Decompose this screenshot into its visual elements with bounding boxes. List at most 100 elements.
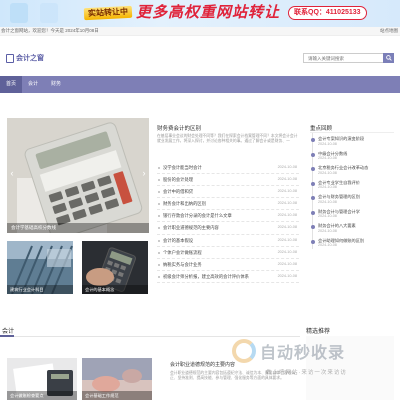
nav-item-accounting[interactable]: 会计 (22, 76, 44, 93)
bullet-icon (158, 227, 160, 230)
list-item[interactable]: 会计职业道德规范的主要内容 2024-10-08 (157, 222, 299, 235)
section-article-title[interactable]: 会计职业道德规范的主要内容 (170, 361, 235, 368)
section-image-card[interactable]: 会计做账检查要点 (7, 358, 77, 400)
site-logo[interactable]: 会计之窗 (6, 53, 44, 63)
list-item-title[interactable]: 没学会计能当时会计 (163, 165, 268, 171)
search-icon (385, 55, 392, 61)
timeline-dot-icon (310, 210, 315, 215)
list-item[interactable]: 没学会计能当时会计 2024-10-08 (157, 162, 299, 175)
list-item-title[interactable]: 银行存款会计分录的会计是什么文章 (163, 213, 268, 219)
bullet-icon (158, 167, 160, 169)
timeline-dot-icon (310, 196, 315, 200)
list-item-date: 2024-10-08 (277, 273, 297, 278)
timeline-item[interactable]: 北京税务行业会计改革动态 2024-10-08 (310, 162, 394, 177)
article-list: 没学会计能当时会计 2024-10-08 股份的会计处理 2024-10-08 会计… (157, 162, 299, 283)
list-item-title[interactable]: 股份的会计处理 (163, 177, 268, 183)
timeline-item-date: 2024-10-08 (318, 141, 337, 146)
list-item-title[interactable]: 会计的基本假设 (163, 238, 268, 244)
thumb-caption[interactable]: 会计的基本概念 (82, 285, 148, 294)
timeline-dot-icon (310, 239, 315, 244)
timeline-item[interactable]: 财务会计的八大要素 2024-10-08 (310, 220, 394, 235)
search-button[interactable] (383, 53, 394, 63)
bullet-icon (158, 215, 160, 218)
sidebar-timeline: 会计专案知识的演变阶段 2024-10-08 中级会计分数线 2024-10-08 … (310, 133, 394, 249)
banner-tag: 实站转让中 (83, 5, 133, 21)
list-item-date: 2024-10-08 (277, 261, 297, 266)
list-item-title[interactable]: 会计职业道德规范的主要内容 (163, 225, 268, 231)
timeline-dot-icon (310, 152, 315, 157)
bullet-icon (158, 239, 160, 242)
timeline-item[interactable]: 中级会计分数线 2024-10-08 (310, 147, 394, 162)
list-item-date: 2024-10-08 (277, 189, 297, 194)
timeline-dot-icon (310, 167, 315, 171)
search-input[interactable] (304, 54, 383, 62)
timeline-item[interactable]: 会计专案知识的演变阶段 2024-10-08 (310, 133, 394, 148)
carousel-caption[interactable]: 会计学基础高校分数线 (7, 223, 149, 233)
section-accent (0, 335, 14, 337)
carousel-next-icon[interactable]: › (141, 168, 147, 178)
section-image-caption[interactable]: 会计基础工作规范 (82, 391, 152, 400)
search-box (303, 53, 383, 63)
list-item-title[interactable]: 会计中的借和贷 (163, 189, 268, 195)
list-item[interactable]: 纳税实务与会计业务 2024-10-08 (157, 259, 299, 271)
watermark: 自动秒收录 (232, 336, 345, 366)
section-image-caption[interactable]: 会计做账检查要点 (7, 391, 77, 400)
timeline-dot-icon (310, 225, 315, 229)
nav-item-home[interactable]: 首页 (0, 76, 23, 93)
bullet-icon (158, 251, 160, 254)
timeline-item-date: 2024-10-08 (318, 156, 337, 160)
list-item-date: 2024-10-08 (277, 201, 297, 206)
thumb-card[interactable]: 会计的基本概念 (82, 241, 148, 294)
list-item[interactable]: 初级会计师分析报，建立高效的会计评价体系 2024-10-08 (157, 271, 299, 283)
watermark-text: 自动秒收录 (260, 345, 346, 362)
logo-icon (6, 53, 14, 63)
carousel-prev-icon[interactable]: ‹ (9, 168, 15, 178)
list-item-title[interactable]: 财务会计和出纳的区别 (163, 201, 268, 207)
list-item[interactable]: 会计的基本假设 2024-10-08 (157, 235, 299, 247)
timeline-item-date: 2024-10-08 (318, 185, 337, 189)
thumb-card[interactable]: 建筑行业会计科目 (7, 241, 73, 294)
banner-decoration (10, 3, 28, 23)
sitemap-link[interactable]: 站点地图 (380, 28, 398, 34)
timeline-item[interactable]: 会计与财务管理的区别 2024-10-08 (310, 191, 394, 206)
top-ad-banner[interactable]: 实站转让中 更多高权重网站转让 联系QQ：411025133 (0, 0, 400, 27)
section-image-card[interactable]: 会计基础工作规范 (82, 358, 152, 400)
list-item-date: 2024-10-08 (277, 237, 297, 242)
logo-text: 会计之窗 (16, 55, 44, 62)
list-item-title[interactable]: 纳税实务与会计业务 (163, 262, 268, 268)
timeline-item-date: 2024-10-08 (318, 243, 337, 247)
timeline-item[interactable]: 会计专业学生自我评价 2024-10-08 (310, 176, 394, 191)
thumb-caption[interactable]: 建筑行业会计科目 (7, 285, 73, 294)
list-item[interactable]: 会计中的借和贷 2024-10-08 (157, 186, 299, 199)
nav-item-finance[interactable]: 财务 (45, 76, 67, 93)
site-header: 会计之窗 (0, 36, 400, 76)
list-item-date: 2024-10-08 (277, 165, 297, 169)
featured-article-title[interactable]: 财务费会计的区别 (157, 124, 201, 132)
info-bar: 会计之窗网站，欢迎您！今天是 2024年10月08日 站点地图 (0, 27, 400, 36)
section-title: 会计 (2, 329, 15, 335)
timeline-item-date: 2024-10-08 (318, 228, 337, 233)
welcome-text: 会计之窗网站，欢迎您！今天是 2024年10月08日 (1, 28, 99, 33)
banner-headline: 更多高权重网站转让 (136, 4, 281, 21)
list-item[interactable]: 个体户会计做账流程 2024-10-08 (157, 247, 299, 259)
bullet-icon (158, 275, 160, 278)
list-item-date: 2024-10-08 (277, 225, 297, 230)
timeline-item[interactable]: 会计助理如何做账的区别 2024-10-08 (310, 234, 394, 249)
bullet-icon (158, 263, 160, 266)
list-item[interactable]: 股份的会计处理 2024-10-08 (157, 174, 299, 187)
bullet-icon (158, 191, 160, 194)
timeline-dot-icon (310, 181, 315, 186)
list-item-date: 2024-10-08 (277, 249, 297, 254)
watermark-logo-icon (232, 339, 256, 363)
list-item-title[interactable]: 初级会计师分析报，建立高效的会计评价体系 (163, 274, 268, 280)
hero-carousel[interactable]: ‹ › 会计学基础高校分数线 (7, 118, 149, 233)
list-item[interactable]: 财务会计和出纳的区别 2024-10-08 (157, 198, 299, 211)
timeline-item[interactable]: 财务会计与管理会计学 2024-10-08 (310, 205, 394, 220)
watermark-subtext: 做上墙网站·来访一次来访访 (266, 370, 347, 376)
bullet-icon (158, 179, 160, 182)
timeline-item-date: 2024-10-08 (318, 170, 337, 175)
list-item-title[interactable]: 个体户会计做账流程 (163, 250, 268, 256)
list-item[interactable]: 银行存款会计分录的会计是什么文章 2024-10-08 (157, 210, 299, 223)
timeline-item-date: 2024-10-08 (318, 199, 337, 204)
timeline-item-date: 2024-10-08 (318, 214, 337, 218)
